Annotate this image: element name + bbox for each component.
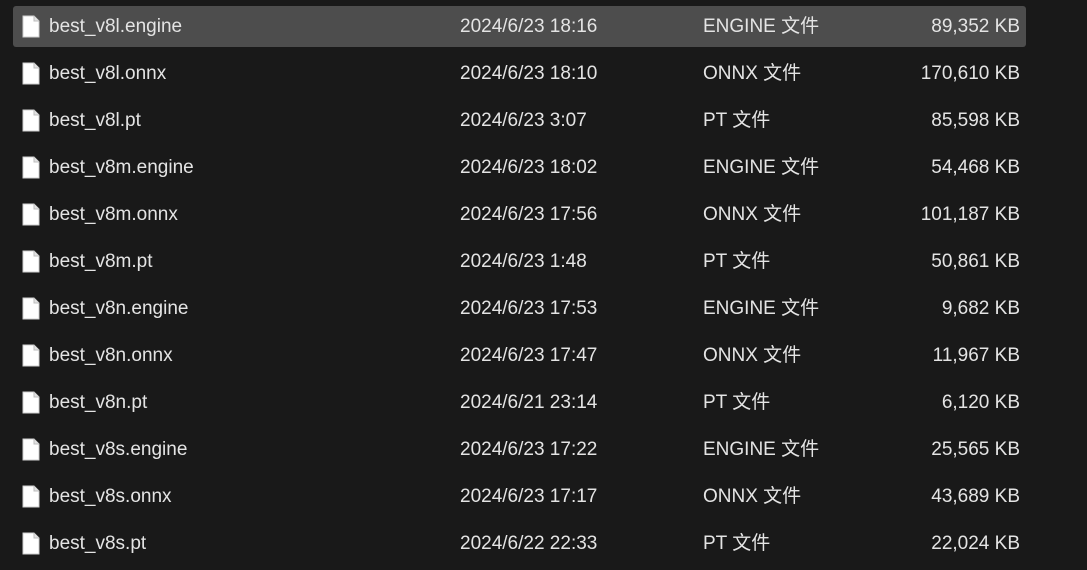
file-type: ONNX 文件: [703, 204, 802, 225]
file-type: PT 文件: [703, 533, 771, 554]
file-size: 50,861 KB: [931, 251, 1020, 272]
file-icon: [22, 109, 40, 132]
file-row[interactable]: best_v8m.pt 2024/6/23 1:48 PT 文件 50,861 …: [13, 241, 1026, 282]
file-row[interactable]: best_v8l.engine 2024/6/23 18:16 ENGINE 文…: [13, 6, 1026, 47]
file-date-modified: 2024/6/23 17:53: [460, 298, 598, 319]
file-name: best_v8s.engine: [49, 439, 188, 460]
file-type: ENGINE 文件: [703, 439, 820, 460]
file-date-modified: 2024/6/23 17:22: [460, 439, 598, 460]
file-name: best_v8m.engine: [49, 157, 194, 178]
file-icon: [22, 391, 40, 414]
file-size: 43,689 KB: [931, 486, 1020, 507]
file-size: 89,352 KB: [931, 16, 1020, 37]
file-name: best_v8n.pt: [49, 392, 148, 413]
file-name: best_v8n.engine: [49, 298, 189, 319]
file-name: best_v8s.onnx: [49, 486, 172, 507]
file-size: 6,120 KB: [941, 392, 1020, 413]
file-size: 85,598 KB: [931, 110, 1020, 131]
file-size: 9,682 KB: [941, 298, 1020, 319]
file-icon: [22, 156, 40, 179]
file-row[interactable]: best_v8s.pt 2024/6/22 22:33 PT 文件 22,024…: [13, 523, 1026, 564]
file-date-modified: 2024/6/23 17:56: [460, 204, 598, 225]
file-type: ONNX 文件: [703, 345, 802, 366]
file-size: 11,967 KB: [932, 345, 1020, 366]
file-type: ONNX 文件: [703, 63, 802, 84]
file-row[interactable]: best_v8l.pt 2024/6/23 3:07 PT 文件 85,598 …: [13, 100, 1026, 141]
file-icon: [22, 532, 40, 555]
file-size: 101,187 KB: [920, 204, 1020, 225]
file-date-modified: 2024/6/23 17:17: [460, 486, 598, 507]
file-type: PT 文件: [703, 110, 771, 131]
file-icon: [22, 438, 40, 461]
file-name: best_v8l.engine: [49, 16, 183, 37]
file-icon: [22, 203, 40, 226]
file-row[interactable]: best_v8s.onnx 2024/6/23 17:17 ONNX 文件 43…: [13, 476, 1026, 517]
file-icon: [22, 250, 40, 273]
file-size: 54,468 KB: [931, 157, 1020, 178]
file-size: 25,565 KB: [931, 439, 1020, 460]
file-type: PT 文件: [703, 392, 771, 413]
file-name: best_v8m.pt: [49, 251, 153, 272]
file-date-modified: 2024/6/23 18:10: [460, 63, 598, 84]
file-icon: [22, 15, 40, 38]
file-row[interactable]: best_v8m.engine 2024/6/23 18:02 ENGINE 文…: [13, 147, 1026, 188]
file-icon: [22, 344, 40, 367]
file-row[interactable]: best_v8l.onnx 2024/6/23 18:10 ONNX 文件 17…: [13, 53, 1026, 94]
file-name: best_v8n.onnx: [49, 345, 173, 366]
file-date-modified: 2024/6/23 18:02: [460, 157, 598, 178]
file-row[interactable]: best_v8s.engine 2024/6/23 17:22 ENGINE 文…: [13, 429, 1026, 470]
file-type: ENGINE 文件: [703, 16, 820, 37]
file-row[interactable]: best_v8n.pt 2024/6/21 23:14 PT 文件 6,120 …: [13, 382, 1026, 423]
file-date-modified: 2024/6/23 18:16: [460, 16, 598, 37]
file-date-modified: 2024/6/21 23:14: [460, 392, 598, 413]
file-type: ENGINE 文件: [703, 298, 820, 319]
file-date-modified: 2024/6/22 22:33: [460, 533, 598, 554]
file-name: best_v8l.onnx: [49, 63, 167, 84]
file-date-modified: 2024/6/23 3:07: [460, 110, 587, 131]
file-name: best_v8l.pt: [49, 110, 141, 131]
file-date-modified: 2024/6/23 17:47: [460, 345, 598, 366]
file-type: ONNX 文件: [703, 486, 802, 507]
file-icon: [22, 485, 40, 508]
file-row[interactable]: best_v8n.onnx 2024/6/23 17:47 ONNX 文件 11…: [13, 335, 1026, 376]
file-row[interactable]: best_v8n.engine 2024/6/23 17:53 ENGINE 文…: [13, 288, 1026, 329]
file-size: 170,610 KB: [920, 63, 1020, 84]
file-list: best_v8l.engine 2024/6/23 18:16 ENGINE 文…: [13, 6, 1026, 570]
file-icon: [22, 62, 40, 85]
file-name: best_v8m.onnx: [49, 204, 178, 225]
file-icon: [22, 297, 40, 320]
file-size: 22,024 KB: [931, 533, 1020, 554]
file-name: best_v8s.pt: [49, 533, 147, 554]
file-type: PT 文件: [703, 251, 771, 272]
file-row[interactable]: best_v8m.onnx 2024/6/23 17:56 ONNX 文件 10…: [13, 194, 1026, 235]
file-date-modified: 2024/6/23 1:48: [460, 251, 587, 272]
file-type: ENGINE 文件: [703, 157, 820, 178]
